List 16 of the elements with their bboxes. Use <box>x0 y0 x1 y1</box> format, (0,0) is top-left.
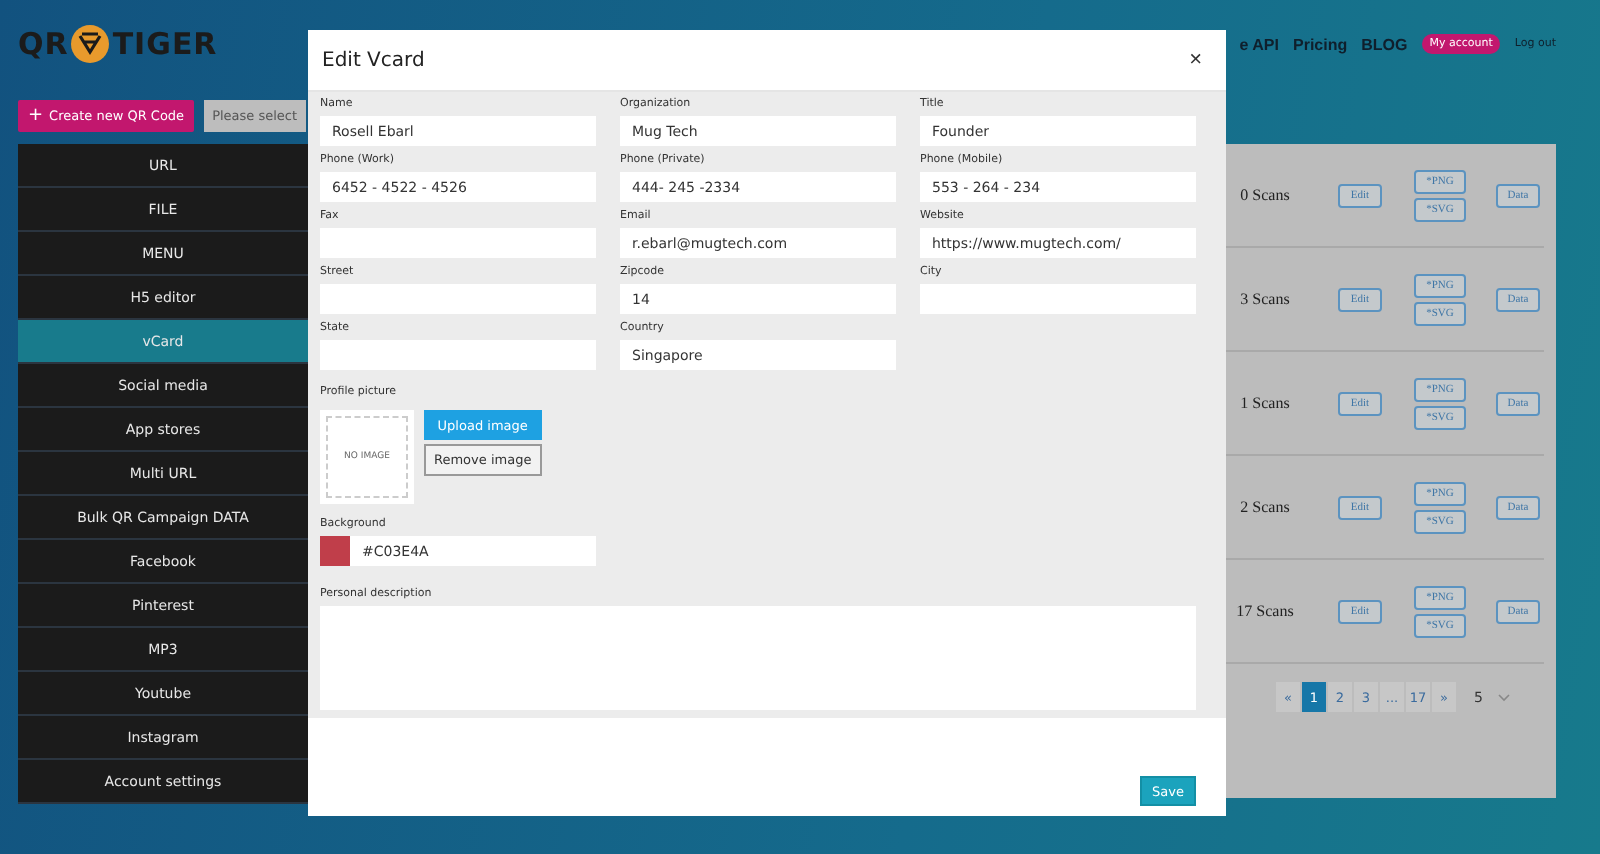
scan-count: 1 Scans <box>1240 394 1290 412</box>
scan-count: 0 Scans <box>1240 186 1290 204</box>
logo-text: QR <box>18 26 69 62</box>
logo-text: TIGER <box>112 26 218 62</box>
tiger-logo-icon <box>70 24 111 64</box>
chevron-down-icon[interactable] <box>1498 693 1511 701</box>
close-button[interactable]: × <box>1189 48 1202 72</box>
plus-icon: + <box>28 106 44 126</box>
scan-count: 2 Scans <box>1240 498 1290 516</box>
scan-count: 17 Scans <box>1236 602 1294 620</box>
dialog-title: Edit Vcard <box>322 49 425 71</box>
nav-link[interactable]: Pricing <box>1293 35 1348 53</box>
scan-count: 3 Scans <box>1240 290 1290 308</box>
color-swatch[interactable] <box>320 536 350 566</box>
nav-link[interactable]: e API <box>1239 35 1279 53</box>
nav-link[interactable]: BLOG <box>1361 35 1408 53</box>
